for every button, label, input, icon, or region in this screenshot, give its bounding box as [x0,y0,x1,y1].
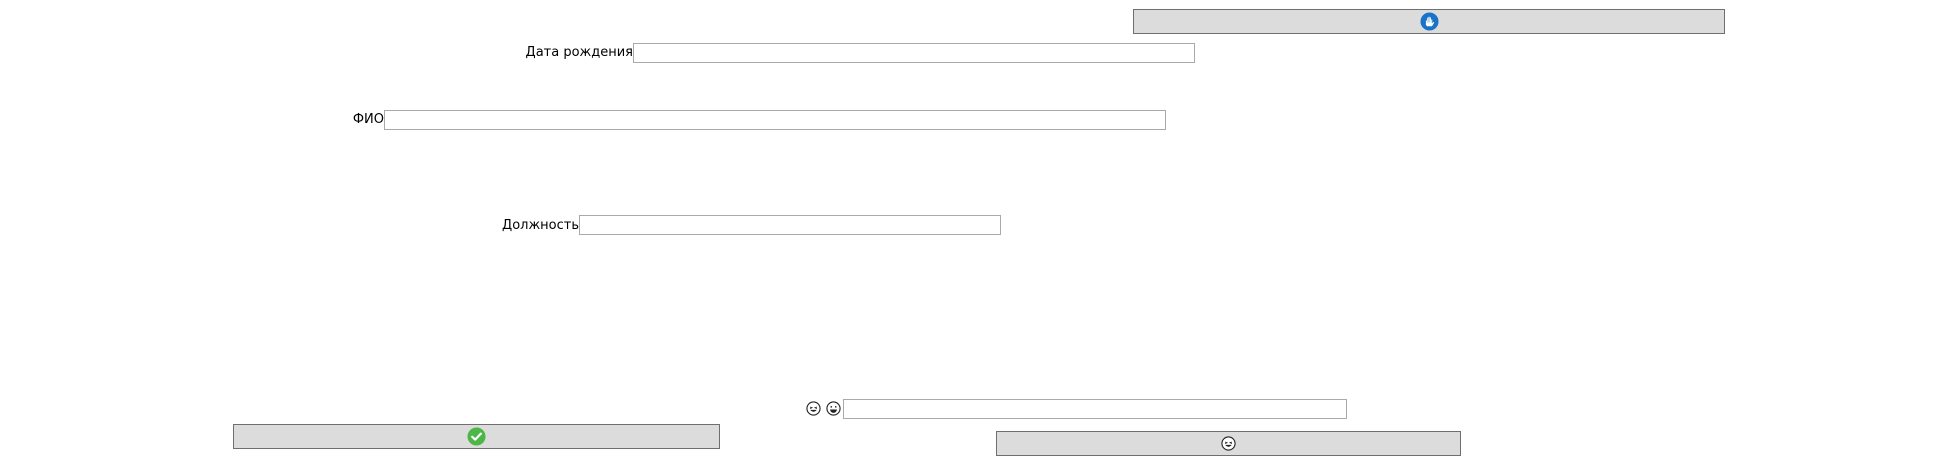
grinning-face-icon [826,401,841,416]
laughing-face-icon [1221,436,1236,451]
hand-icon [1419,12,1439,31]
birth-date-field[interactable] [633,43,1195,63]
position-field[interactable] [579,215,1001,235]
full-name-label: ФИО [352,112,384,127]
confirm-button[interactable] [233,424,720,449]
full-name-field[interactable] [384,110,1166,130]
laughing-face-icon [806,401,821,416]
birth-date-label: Дата рождения [525,45,633,60]
top-button[interactable] [1133,9,1725,34]
emoji-button[interactable] [996,431,1461,456]
position-label: Должность [502,218,579,233]
checkmark-icon [467,427,486,446]
emoji-input-field[interactable] [843,399,1347,419]
form-window: Дата рождения ФИО Должность [0,0,1959,470]
